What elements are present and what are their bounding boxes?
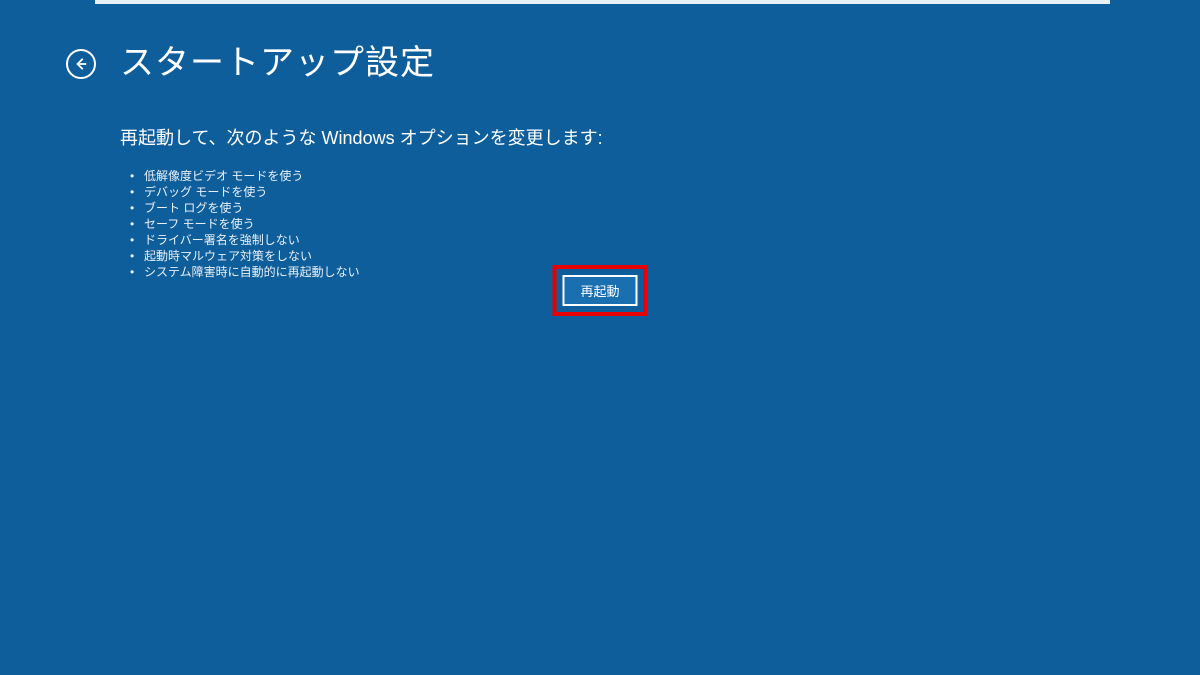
content-area: 再起動して、次のような Windows オプションを変更します: 低解像度ビデオ… (0, 84, 1200, 280)
options-list: 低解像度ビデオ モードを使う デバッグ モードを使う ブート ログを使う セーフ… (120, 168, 1200, 280)
page-title: スタートアップ設定 (120, 35, 435, 84)
list-item: 起動時マルウェア対策をしない (130, 248, 1200, 264)
subtitle: 再起動して、次のような Windows オプションを変更します: (120, 124, 1200, 150)
list-item: デバッグ モードを使う (130, 184, 1200, 200)
list-item: セーフ モードを使う (130, 216, 1200, 232)
list-item: ブート ログを使う (130, 200, 1200, 216)
back-button[interactable] (66, 49, 96, 79)
back-arrow-icon (74, 57, 88, 71)
list-item: 低解像度ビデオ モードを使う (130, 168, 1200, 184)
top-divider (95, 0, 1110, 4)
restart-button[interactable]: 再起動 (562, 275, 637, 306)
header: スタートアップ設定 (0, 0, 1200, 84)
list-item: ドライバー署名を強制しない (130, 232, 1200, 248)
highlight-box: 再起動 (552, 265, 647, 316)
list-item: システム障害時に自動的に再起動しない (130, 264, 1200, 280)
button-container: 再起動 (552, 265, 647, 316)
